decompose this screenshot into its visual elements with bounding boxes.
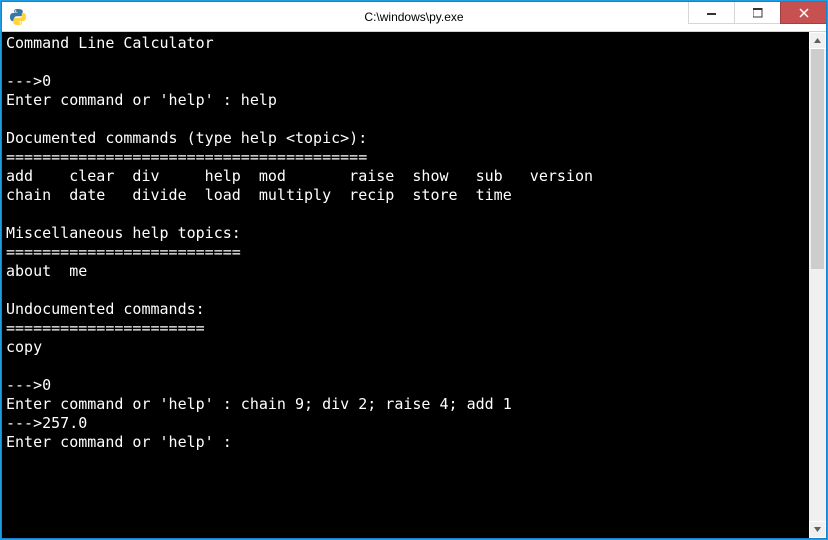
scroll-up-button[interactable] [809,32,826,49]
maximize-button[interactable] [734,2,780,24]
scrollbar-thumb[interactable] [811,49,824,269]
python-icon [10,9,26,25]
scroll-down-button[interactable] [809,521,826,538]
titlebar[interactable]: C:\windows\py.exe [2,2,826,32]
app-window: C:\windows\py.exe Command Line Calculato… [1,1,827,539]
content-area: Command Line Calculator --->0 Enter comm… [2,32,826,538]
window-title: C:\windows\py.exe [364,10,463,24]
vertical-scrollbar[interactable] [809,32,826,538]
close-button[interactable] [780,2,826,24]
window-controls [688,2,826,24]
scrollbar-track[interactable] [809,49,826,521]
terminal-output[interactable]: Command Line Calculator --->0 Enter comm… [2,32,809,538]
minimize-button[interactable] [688,2,734,24]
